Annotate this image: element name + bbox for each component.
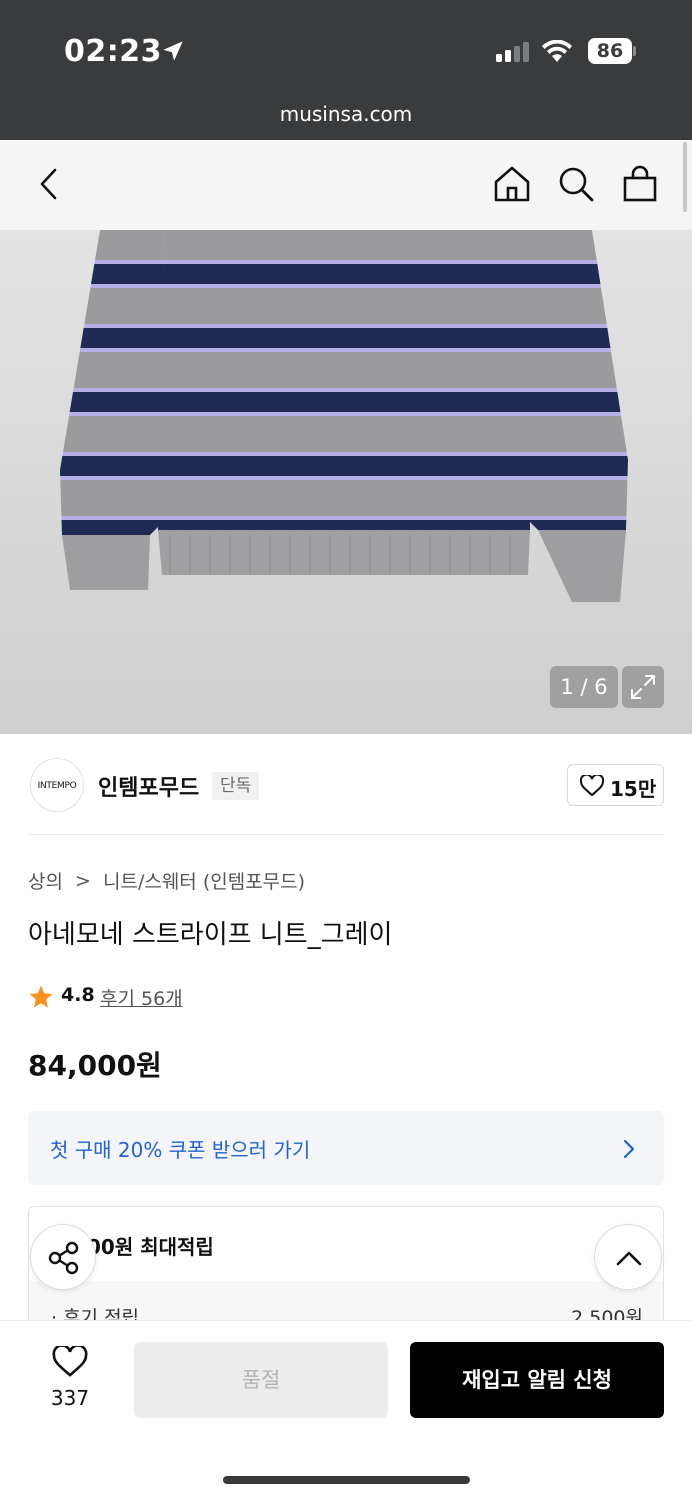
breadcrumb-subcategory[interactable]: 니트/스웨터 (인템포무드) <box>103 871 305 893</box>
restock-alert-button[interactable]: 재입고 알림 신청 <box>410 1342 664 1418</box>
home-indicator[interactable] <box>223 1476 470 1484</box>
cellular-signal-icon <box>496 42 529 62</box>
heart-icon <box>580 775 604 797</box>
coupon-banner[interactable]: 첫 구매 20% 쿠폰 받으러 가기 <box>28 1111 664 1185</box>
wishlist-button[interactable]: 337 <box>30 1342 110 1418</box>
product-image-gallery[interactable]: 1 / 6 <box>0 230 692 734</box>
battery-indicator: 86 <box>588 38 632 64</box>
top-nav <box>0 140 692 230</box>
product-price: 84,000원 <box>28 1049 162 1082</box>
battery-tip <box>633 46 636 56</box>
wifi-icon <box>542 40 572 62</box>
breadcrumb-separator: > <box>75 869 91 892</box>
coupon-text: 첫 구매 20% 쿠폰 받으러 가기 <box>50 1138 311 1162</box>
browser-url[interactable]: musinsa.com <box>0 102 692 126</box>
brand-name[interactable]: 인템포무드 <box>98 770 199 802</box>
star-icon <box>29 985 53 1008</box>
location-arrow-icon <box>163 41 183 61</box>
chevron-up-icon <box>616 1251 642 1266</box>
status-bar: 02:23 86 musinsa.com <box>0 0 692 140</box>
share-button[interactable] <box>30 1224 96 1290</box>
wishlist-count: 337 <box>50 1386 90 1410</box>
divider <box>28 834 664 835</box>
review-count-link[interactable]: 후기 56개 <box>100 984 183 1011</box>
expand-image-button[interactable] <box>622 666 664 708</box>
page-scrollbar[interactable] <box>683 142 687 212</box>
brand-like-count: 15만 <box>610 777 657 801</box>
expand-icon <box>631 675 655 699</box>
back-chevron-icon[interactable] <box>30 164 70 204</box>
chevron-right-icon <box>623 1139 635 1159</box>
points-title: 00원 최대적립 <box>87 1235 214 1259</box>
brand-logo[interactable]: INTEMPO <box>30 758 84 812</box>
exclusive-badge: 단독 <box>212 772 260 800</box>
share-icon <box>48 1241 79 1275</box>
scroll-top-button[interactable] <box>594 1224 662 1290</box>
shopping-bag-icon[interactable] <box>620 164 660 204</box>
product-title: 아네모네 스트라이프 니트_그레이 <box>28 920 393 950</box>
image-counter: 1 / 6 <box>550 666 618 708</box>
home-icon[interactable] <box>492 164 532 204</box>
brand-like-button[interactable]: 15만 <box>567 764 664 806</box>
heart-icon <box>52 1346 88 1377</box>
rating-score: 4.8 <box>61 984 95 1006</box>
status-time: 02:23 <box>64 34 162 69</box>
search-icon[interactable] <box>556 164 596 204</box>
soldout-button[interactable]: 품절 <box>134 1342 388 1418</box>
breadcrumb-category[interactable]: 상의 <box>28 871 63 893</box>
breadcrumb: 상의 > 니트/스웨터 (인템포무드) <box>28 867 305 894</box>
product-image <box>60 230 628 602</box>
